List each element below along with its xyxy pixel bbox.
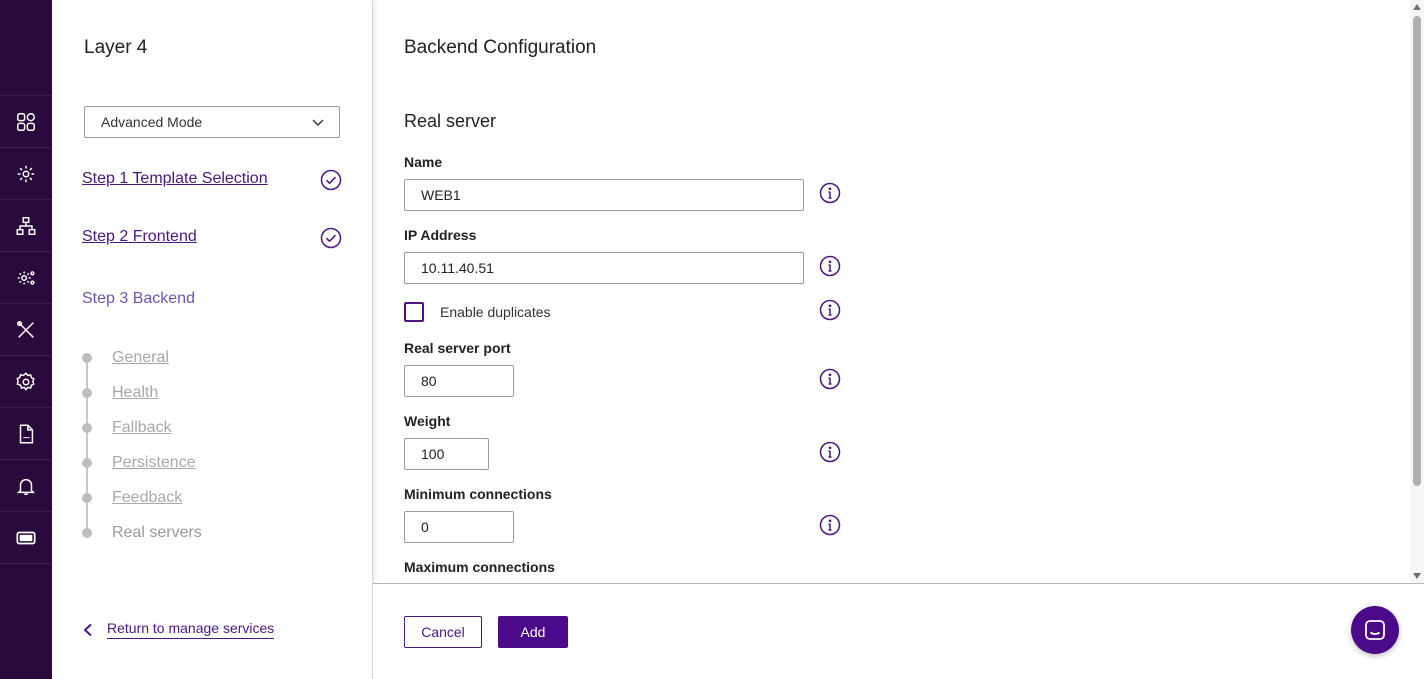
cancel-button[interactable]: Cancel — [404, 616, 482, 648]
substep-dot — [82, 493, 92, 503]
info-icon[interactable] — [819, 299, 841, 321]
step-backend: Step 3 Backend — [82, 290, 195, 307]
dashboard-icon — [17, 112, 35, 131]
substep-persistence[interactable]: Persistence — [82, 453, 196, 473]
form-footer: Cancel Add — [373, 583, 1424, 679]
port-input[interactable] — [404, 365, 514, 397]
substep-dot — [82, 458, 92, 468]
wizard-title: Layer 4 — [84, 37, 148, 58]
chevron-left-icon — [83, 623, 92, 636]
port-label: Real server port — [404, 340, 511, 356]
min-connections-input[interactable] — [404, 511, 514, 543]
name-input[interactable] — [404, 179, 804, 211]
ip-address-input[interactable] — [404, 252, 804, 284]
main-content: Backend Configuration Real server Name I… — [373, 0, 1424, 583]
chat-icon — [1365, 620, 1385, 640]
chevron-down-icon — [312, 119, 324, 126]
settings-icon — [16, 371, 35, 391]
info-icon[interactable] — [819, 182, 841, 204]
name-label: Name — [404, 154, 443, 170]
substep-label[interactable]: Feedback — [112, 489, 182, 507]
max-connections-label: Maximum connections — [404, 559, 555, 575]
substep-general[interactable]: General — [82, 348, 169, 368]
ip-address-label: IP Address — [404, 227, 477, 243]
section-title: Real server — [404, 111, 497, 131]
rail-network[interactable] — [0, 199, 52, 251]
scroll-thumb[interactable] — [1413, 16, 1421, 486]
mode-select[interactable]: Advanced Mode — [84, 106, 340, 138]
license-icon — [16, 531, 36, 544]
substep-label[interactable]: Persistence — [112, 454, 196, 472]
substep-dot — [82, 528, 92, 538]
chat-button[interactable] — [1351, 606, 1399, 654]
notifications-icon — [16, 478, 36, 495]
scrollbar[interactable] — [1410, 0, 1424, 583]
check-circle-icon — [320, 227, 342, 249]
substep-dot — [82, 353, 92, 363]
rail-settings[interactable] — [0, 355, 52, 407]
info-icon[interactable] — [819, 514, 841, 536]
rail-tools[interactable] — [0, 303, 52, 355]
rail-dashboard[interactable] — [0, 95, 52, 147]
scroll-down-arrow-icon[interactable] — [1413, 573, 1421, 579]
substep-fallback[interactable]: Fallback — [82, 418, 172, 438]
enable-duplicates-label: Enable duplicates — [440, 304, 551, 320]
return-to-services-link[interactable]: Return to manage services — [82, 620, 275, 639]
substep-dot — [82, 423, 92, 433]
substep-label[interactable]: General — [112, 349, 169, 367]
page-title: Backend Configuration — [404, 37, 597, 58]
rail-notifications[interactable] — [0, 459, 52, 511]
enable-duplicates-checkbox[interactable] — [404, 302, 424, 322]
info-icon[interactable] — [819, 255, 841, 277]
return-link-label: Return to manage services — [107, 620, 275, 639]
info-icon[interactable] — [819, 368, 841, 390]
tools-icon — [17, 320, 34, 338]
icon-rail — [0, 0, 52, 679]
system-gear-icon — [17, 270, 35, 285]
substep-label[interactable]: Fallback — [112, 419, 172, 437]
add-button[interactable]: Add — [498, 616, 568, 648]
weight-label: Weight — [404, 413, 451, 429]
mode-select-value: Advanced Mode — [101, 114, 203, 130]
weight-input[interactable] — [404, 438, 489, 470]
substep-label: Real servers — [112, 524, 202, 541]
services-gear-icon — [17, 165, 35, 182]
step-frontend[interactable]: Step 2 Frontend — [82, 228, 197, 246]
min-connections-label: Minimum connections — [404, 486, 552, 502]
substep-dot — [82, 388, 92, 398]
step-template-selection[interactable]: Step 1 Template Selection — [82, 170, 268, 188]
substep-label[interactable]: Health — [112, 384, 158, 402]
wizard-panel: Layer 4 Advanced Mode Step 1 Template Se… — [52, 0, 373, 679]
rail-services[interactable] — [0, 147, 52, 199]
substep-feedback[interactable]: Feedback — [82, 488, 182, 508]
check-circle-icon — [320, 169, 342, 191]
logs-icon — [19, 424, 34, 443]
rail-system[interactable] — [0, 251, 52, 303]
network-icon — [16, 216, 36, 235]
rail-divider — [0, 563, 52, 564]
rail-license[interactable] — [0, 511, 52, 563]
substep-health[interactable]: Health — [82, 383, 158, 403]
info-icon[interactable] — [819, 441, 841, 463]
scroll-up-arrow-icon[interactable] — [1413, 4, 1421, 10]
rail-logs[interactable] — [0, 407, 52, 459]
substep-real-servers: Real servers — [82, 523, 202, 543]
